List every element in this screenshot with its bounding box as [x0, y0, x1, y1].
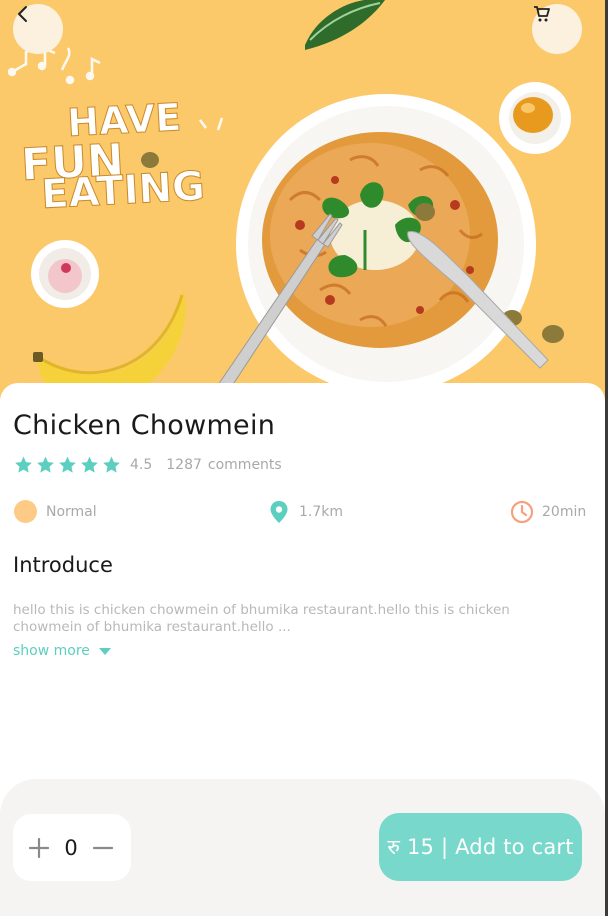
spice-dot-icon	[14, 500, 37, 523]
star-icon	[81, 456, 98, 473]
cart-icon	[534, 6, 550, 22]
location-pin-icon	[270, 501, 288, 523]
distance-info: 1.7km	[269, 500, 343, 524]
product-title: Chicken Chowmein	[13, 410, 276, 441]
rating-stars	[13, 455, 122, 475]
decrease-quantity-button[interactable]	[84, 828, 122, 868]
back-button[interactable]	[13, 4, 63, 54]
caret-down-icon	[98, 648, 111, 655]
product-info-card: Chicken Chowmein 4.5 1287 comments Norma…	[0, 383, 605, 803]
plus-icon	[29, 837, 49, 858]
cart-action-bar: 0 रु 15 | Add to cart	[0, 779, 605, 916]
comments-count: 1287	[166, 457, 202, 473]
chevron-left-icon	[18, 6, 27, 22]
rating-row: 4.5 1287 comments	[13, 455, 282, 475]
spice-level-label: Normal	[46, 503, 97, 520]
show-more-label: show more	[13, 643, 90, 659]
cart-button[interactable]	[532, 4, 582, 54]
product-detail-screen: HAVE FUN EATING Chicken Chowmein 4.5 128…	[0, 0, 608, 916]
show-more-link[interactable]: show more	[13, 643, 111, 659]
time-info: 20min	[510, 500, 586, 524]
rating-value: 4.5	[130, 457, 153, 473]
food-hero-image: HAVE FUN EATING	[0, 0, 608, 410]
add-to-cart-button[interactable]: रु 15 | Add to cart	[379, 813, 582, 881]
comments-label: comments	[207, 457, 282, 473]
quantity-value: 0	[64, 835, 78, 860]
distance-label: 1.7km	[299, 504, 344, 520]
banner-text-line-3: EATING	[40, 163, 206, 218]
minus-icon	[93, 846, 113, 849]
spice-level-info: Normal	[14, 500, 97, 523]
time-label: 20min	[542, 504, 587, 520]
quantity-stepper: 0	[13, 814, 131, 881]
star-icon	[103, 456, 120, 473]
star-icon	[59, 456, 76, 473]
product-description: hello this is chicken chowmein of bhumik…	[13, 602, 510, 635]
star-icon	[37, 456, 54, 473]
introduce-heading: Introduce	[13, 553, 113, 577]
star-icon	[15, 456, 32, 473]
increase-quantity-button[interactable]	[20, 828, 58, 868]
clock-icon	[510, 500, 534, 524]
